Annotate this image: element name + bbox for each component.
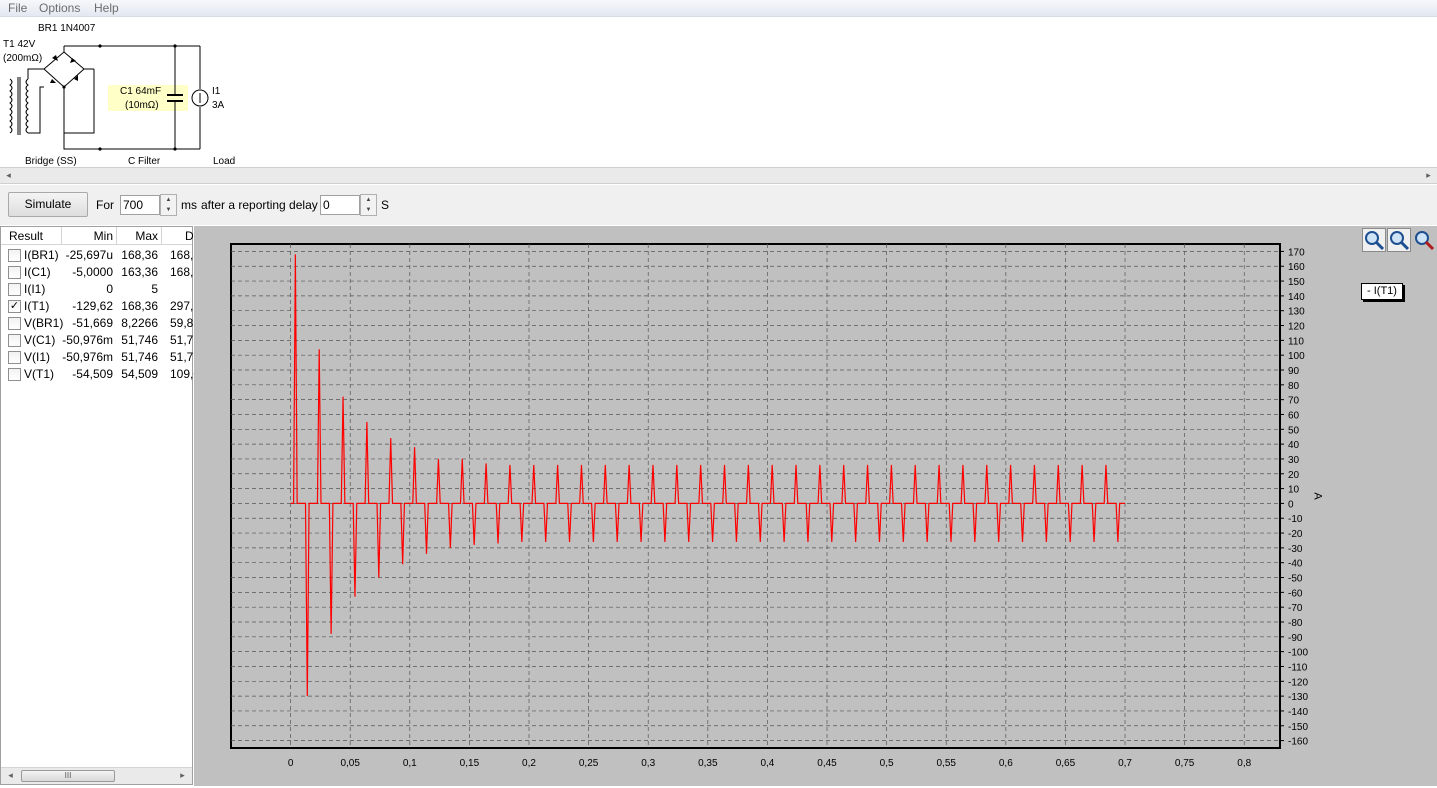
result-min: 0 bbox=[106, 282, 113, 296]
result-row[interactable]: V(I1) -50,976m 51,746 51,79 bbox=[1, 349, 194, 366]
menu-help[interactable]: Help bbox=[94, 1, 119, 15]
for-label: For bbox=[96, 198, 114, 212]
menu-file[interactable]: File bbox=[8, 1, 27, 15]
duration-input[interactable]: 700 bbox=[120, 195, 160, 215]
column-header-min[interactable]: Min bbox=[62, 227, 117, 245]
result-checkbox[interactable] bbox=[8, 249, 21, 262]
bridge-label: BR1 1N4007 bbox=[38, 23, 96, 34]
section-filter-label: C Filter bbox=[128, 156, 161, 167]
result-d: 51,79 bbox=[170, 350, 194, 364]
result-name: V(I1) bbox=[24, 350, 51, 364]
transformer-label: T1 42V bbox=[3, 39, 36, 50]
result-min: -25,697u bbox=[65, 248, 113, 262]
result-min: -5,0000 bbox=[72, 265, 113, 279]
result-d: 51,79 bbox=[170, 333, 194, 347]
result-max: 5 bbox=[151, 282, 158, 296]
result-max: 168,36 bbox=[121, 248, 158, 262]
result-d: 109,0 bbox=[170, 367, 194, 381]
simulation-toolbar: Simulate For 700 ▲ ▼ ms after a reporting… bbox=[0, 185, 1437, 225]
menu-bar: File Options Help bbox=[0, 0, 1437, 17]
section-bridge-label: Bridge (SS) bbox=[25, 156, 77, 167]
result-row[interactable]: V(C1) -50,976m 51,746 51,79 bbox=[1, 332, 194, 349]
result-max: 168,36 bbox=[121, 299, 158, 313]
schematic-scrollbar[interactable]: ◂ ▸ bbox=[0, 167, 1437, 184]
results-scrollbar[interactable]: ◂ III ▸ bbox=[1, 767, 192, 784]
chart-panel bbox=[194, 226, 1437, 786]
result-row[interactable]: ✓I(T1) -129,62 168,36 297,9 bbox=[1, 298, 194, 315]
result-checkbox[interactable] bbox=[8, 283, 21, 296]
section-load-label: Load bbox=[213, 156, 235, 167]
result-row[interactable]: I(BR1) -25,697u 168,36 168,3 bbox=[1, 247, 194, 264]
result-max: 54,509 bbox=[121, 367, 158, 381]
zoom-toolbar bbox=[1360, 226, 1437, 252]
result-name: V(C1) bbox=[24, 333, 56, 347]
result-checkbox[interactable] bbox=[8, 266, 21, 279]
duration-stepper[interactable]: ▲ ▼ bbox=[160, 194, 177, 216]
result-name: I(T1) bbox=[24, 299, 50, 313]
scroll-left-icon[interactable]: ◂ bbox=[6, 771, 15, 780]
s-label: S bbox=[381, 198, 390, 212]
menu-options[interactable]: Options bbox=[39, 1, 80, 15]
result-checkbox[interactable] bbox=[8, 317, 21, 330]
load-value: 3A bbox=[212, 100, 225, 111]
circuit-diagram: BR1 1N4007 T1 42V (200mΩ) C1 64mF (10mΩ)… bbox=[3, 23, 235, 167]
spin-up-icon[interactable]: ▲ bbox=[361, 195, 376, 205]
schematic-canvas: BR1 1N4007 T1 42V (200mΩ) C1 64mF (10mΩ)… bbox=[0, 17, 1437, 167]
result-checkbox[interactable] bbox=[8, 368, 21, 381]
y-axis-label: A bbox=[1311, 492, 1324, 500]
scroll-right-icon[interactable]: ▸ bbox=[178, 771, 187, 780]
results-header: Result Min Max D bbox=[1, 227, 194, 245]
column-header-max[interactable]: Max bbox=[117, 227, 162, 245]
result-checkbox[interactable] bbox=[8, 351, 21, 364]
result-name: V(T1) bbox=[24, 367, 54, 381]
scroll-left-icon[interactable]: ◂ bbox=[4, 171, 13, 180]
result-checkbox[interactable]: ✓ bbox=[8, 300, 21, 313]
chart-legend: - I(T1) bbox=[1361, 283, 1403, 300]
delay-input[interactable]: 0 bbox=[320, 195, 360, 215]
result-min: -51,669 bbox=[72, 316, 113, 330]
result-d: 59,89 bbox=[170, 316, 194, 330]
transformer-primary bbox=[9, 78, 13, 134]
result-max: 163,36 bbox=[121, 265, 158, 279]
result-name: I(C1) bbox=[24, 265, 51, 279]
delay-label: after a reporting delay of bbox=[201, 198, 332, 212]
simulate-button[interactable]: Simulate bbox=[8, 192, 88, 217]
capacitor-label: C1 64mF bbox=[120, 86, 161, 97]
result-max: 51,746 bbox=[121, 333, 158, 347]
result-name: V(BR1) bbox=[24, 316, 64, 330]
result-row[interactable]: V(BR1) -51,669 8,2266 59,89 bbox=[1, 315, 194, 332]
result-min: -54,509 bbox=[72, 367, 113, 381]
result-row[interactable]: V(T1) -54,509 54,509 109,0 bbox=[1, 366, 194, 383]
transformer-resistance: (200mΩ) bbox=[3, 53, 42, 64]
result-d: 297,9 bbox=[170, 299, 194, 313]
legend-series-label: I(T1) bbox=[1373, 285, 1397, 297]
column-header-d[interactable]: D bbox=[162, 227, 194, 245]
ms-label: ms bbox=[181, 198, 197, 212]
capacitor-resistance: (10mΩ) bbox=[125, 100, 159, 111]
result-max: 8,2266 bbox=[121, 316, 158, 330]
zoom-in-icon[interactable] bbox=[1362, 228, 1386, 252]
result-min: -50,976m bbox=[62, 333, 113, 347]
result-min: -129,62 bbox=[72, 299, 113, 313]
result-d: 168,3 bbox=[170, 248, 194, 262]
results-list: Result Min Max D I(BR1) -25,697u 168,36 168… bbox=[0, 226, 194, 785]
scroll-right-icon[interactable]: ▸ bbox=[1424, 171, 1433, 180]
result-name: I(BR1) bbox=[24, 248, 59, 262]
spin-down-icon[interactable]: ▼ bbox=[161, 205, 176, 215]
column-header-result[interactable]: Result bbox=[1, 227, 62, 245]
load-name: I1 bbox=[212, 86, 221, 97]
result-min: -50,976m bbox=[62, 350, 113, 364]
result-row[interactable]: I(C1) -5,0000 163,36 168,3 bbox=[1, 264, 194, 281]
spin-up-icon[interactable]: ▲ bbox=[161, 195, 176, 205]
result-d: 168,3 bbox=[170, 265, 194, 279]
zoom-reset-icon[interactable] bbox=[1412, 228, 1436, 252]
zoom-out-icon[interactable] bbox=[1387, 228, 1411, 252]
result-max: 51,746 bbox=[121, 350, 158, 364]
delay-stepper[interactable]: ▲ ▼ bbox=[360, 194, 377, 216]
result-name: I(I1) bbox=[24, 282, 46, 296]
scroll-thumb[interactable]: III bbox=[21, 770, 115, 782]
spin-down-icon[interactable]: ▼ bbox=[361, 205, 376, 215]
result-checkbox[interactable] bbox=[8, 334, 21, 347]
result-row[interactable]: I(I1) 0 5 bbox=[1, 281, 192, 298]
